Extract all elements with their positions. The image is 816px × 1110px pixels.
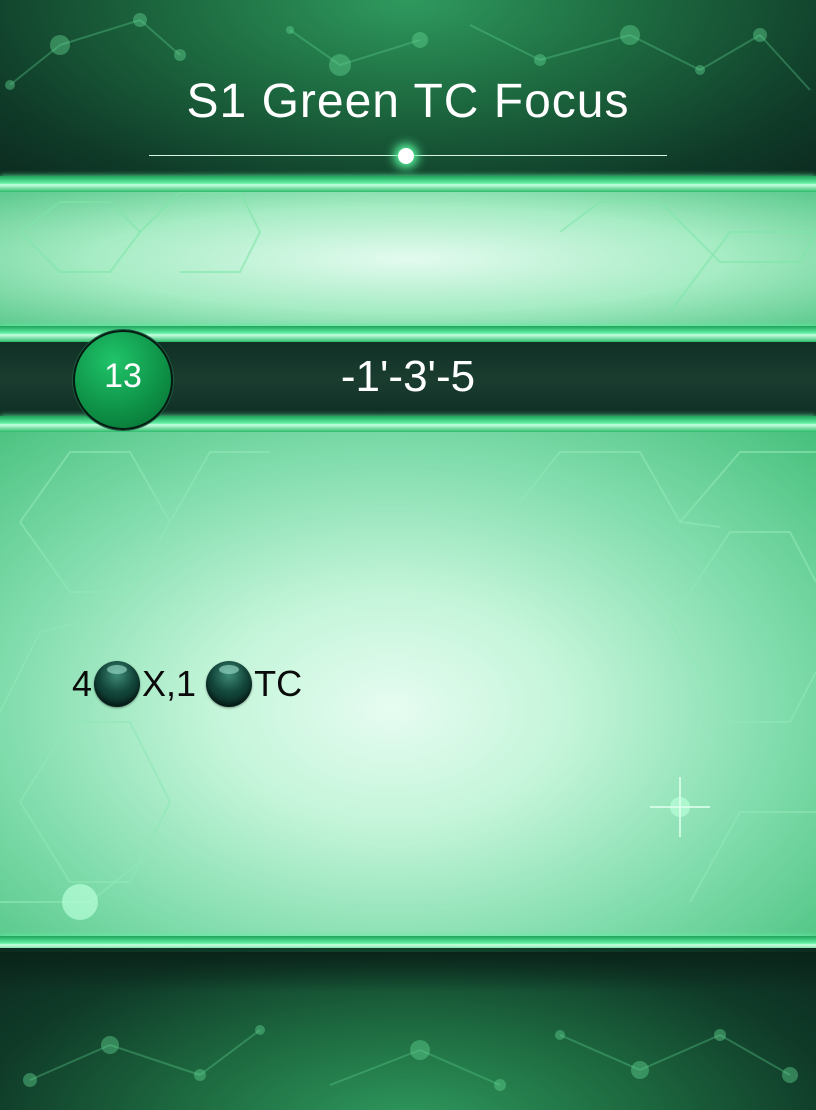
dark-orb-icon [94, 661, 141, 707]
dark-orb-icon [206, 661, 253, 707]
card-effect-text: 4 X,1 TC [72, 660, 302, 708]
cost-value: -1'-3'-5 [340, 352, 476, 401]
card-art-panel [0, 192, 816, 326]
network-pattern-bottom [23, 1025, 798, 1091]
effect-text-1: X,1 [142, 663, 197, 704]
effect-text-2: TC [254, 663, 303, 704]
art-frame-top-band [0, 176, 816, 192]
card-frame: S1 Green TC Focus 13 -1'-3'-5 4 X,1 TC [0, 0, 816, 1110]
hex-pattern-art [19, 192, 816, 313]
footer-shadow [0, 952, 816, 992]
title-divider-dot [398, 148, 414, 164]
effect-count: 4 [72, 663, 93, 704]
card-title: S1 Green TC Focus [186, 75, 630, 128]
